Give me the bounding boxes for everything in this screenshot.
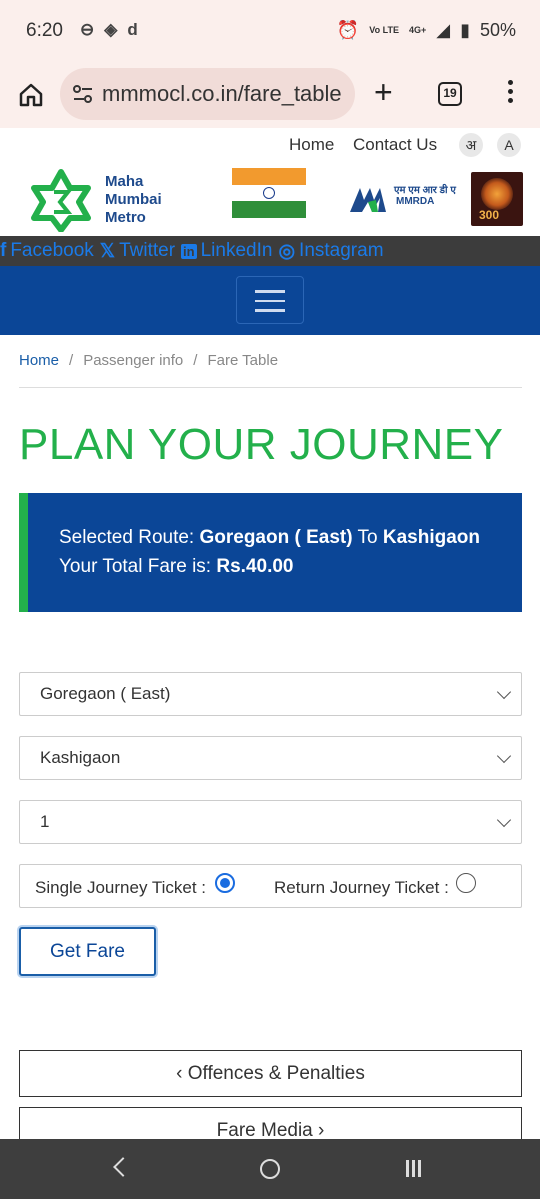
chevron-right-icon: › <box>312 1120 325 1141</box>
notification-icon: ◈ <box>104 20 118 39</box>
route-from: Goregaon ( East) <box>199 527 353 548</box>
facebook-icon: f <box>0 240 7 261</box>
social-link-facebook[interactable]: f Facebook <box>0 240 94 262</box>
passenger-count-select[interactable]: 1 <box>19 800 522 844</box>
route-to: Kashigaon <box>382 527 480 548</box>
to-station-select[interactable]: Kashigaon <box>19 736 522 780</box>
breadcrumb-fare-table: Fare Table <box>207 352 279 369</box>
breadcrumb: Home / Passenger info / Fare Table <box>19 352 279 369</box>
header-link-home[interactable]: Home <box>289 135 334 155</box>
chevron-down-icon <box>496 748 512 764</box>
address-bar[interactable]: mmmocl.co.in/fare_table <box>60 68 355 120</box>
offences-penalties-button[interactable]: ‹ Offences & Penalties <box>19 1050 522 1097</box>
alarm-icon: ⏰ <box>336 20 360 40</box>
x-twitter-icon: 𝕏 <box>99 240 116 262</box>
ticket-type-group: Single Journey Ticket : Return Journey T… <box>19 864 522 908</box>
return-journey-radio[interactable] <box>456 873 476 893</box>
back-icon[interactable] <box>113 1157 133 1177</box>
url-text: mmmocl.co.in/fare_table <box>102 81 342 106</box>
chevron-down-icon <box>496 812 512 828</box>
mmrda-logo-icon[interactable] <box>348 182 388 214</box>
event-badge-number: 300 <box>479 208 500 222</box>
network-type: 4G+ <box>408 25 427 35</box>
android-nav-bar <box>0 1139 540 1199</box>
mmrda-label: MMRDA <box>396 196 435 207</box>
maha-mumbai-metro-wordmark: Maha Mumbai Metro <box>105 173 162 226</box>
linkedin-icon: in <box>181 243 197 259</box>
notification-icon: d <box>127 20 138 39</box>
from-station-select[interactable]: Goregaon ( East) <box>19 672 522 716</box>
total-fare-value: Rs.40.00 <box>216 556 294 577</box>
maha-mumbai-metro-logo[interactable] <box>26 168 96 232</box>
status-bar: 6:20 ⊖ ◈ d ⏰ Vo LTE 4G+ ◢ ▮ 50% <box>0 0 540 62</box>
notification-icons: ⊖ ◈ d <box>80 20 138 40</box>
volte-icon: Vo LTE <box>369 25 399 35</box>
recents-icon[interactable] <box>406 1160 428 1177</box>
breadcrumb-passenger-info[interactable]: Passenger info <box>83 352 183 369</box>
home-icon[interactable] <box>18 82 44 108</box>
chevron-down-icon <box>496 684 512 700</box>
breadcrumb-home[interactable]: Home <box>19 352 59 369</box>
header-links: Home Contact Us अ A <box>0 130 540 160</box>
fare-result-box: Selected Route: Goregaon ( East) To Kash… <box>19 493 522 612</box>
page-title: PLAN YOUR JOURNEY <box>19 420 504 469</box>
status-time: 6:20 <box>26 20 63 41</box>
overflow-menu-icon[interactable] <box>500 78 520 108</box>
mmrda-hindi-label: एम एम आर डी ए <box>394 185 456 196</box>
notification-icon: ⊖ <box>80 20 95 39</box>
site-settings-icon[interactable] <box>72 84 94 104</box>
signal-icon: ◢ <box>436 20 451 40</box>
divider <box>19 387 522 388</box>
home-circle-icon[interactable] <box>260 1159 280 1179</box>
logo-row: Maha Mumbai Metro एम एम आर डी ए MMRDA 30… <box>0 162 540 236</box>
lang-hindi-button[interactable]: अ <box>459 133 483 157</box>
browser-toolbar: mmmocl.co.in/fare_table + 19 <box>0 62 540 128</box>
event-badge-image[interactable]: 300 <box>471 172 523 226</box>
total-fare-line: Your Total Fare is: Rs.40.00 <box>59 556 294 577</box>
social-links-bar: f Facebook 𝕏 Twitter in LinkedIn ◎ Insta… <box>0 236 540 266</box>
social-link-linkedin[interactable]: in LinkedIn <box>181 240 272 262</box>
lang-english-button[interactable]: A <box>497 133 521 157</box>
chevron-left-icon: ‹ <box>176 1063 188 1084</box>
selected-route-line: Selected Route: Goregaon ( East) To Kash… <box>59 527 480 548</box>
new-tab-icon[interactable]: + <box>374 76 393 108</box>
social-link-instagram[interactable]: ◎ Instagram <box>278 240 383 263</box>
main-navbar <box>0 266 540 335</box>
return-journey-label: Return Journey Ticket : <box>274 878 449 897</box>
header-link-contact[interactable]: Contact Us <box>353 135 437 155</box>
social-link-twitter[interactable]: 𝕏 Twitter <box>100 240 175 263</box>
tab-switcher-button[interactable]: 19 <box>438 82 462 106</box>
battery-level: 50% <box>479 20 516 40</box>
battery-icon: ▮ <box>460 20 470 40</box>
hamburger-menu-icon[interactable] <box>236 276 304 324</box>
single-journey-label: Single Journey Ticket : <box>35 878 207 897</box>
india-flag <box>232 168 306 218</box>
instagram-icon: ◎ <box>278 240 296 262</box>
get-fare-button[interactable]: Get Fare <box>19 927 156 976</box>
single-journey-radio[interactable] <box>215 873 235 893</box>
status-right: ⏰ Vo LTE 4G+ ◢ ▮ 50% <box>337 20 516 41</box>
